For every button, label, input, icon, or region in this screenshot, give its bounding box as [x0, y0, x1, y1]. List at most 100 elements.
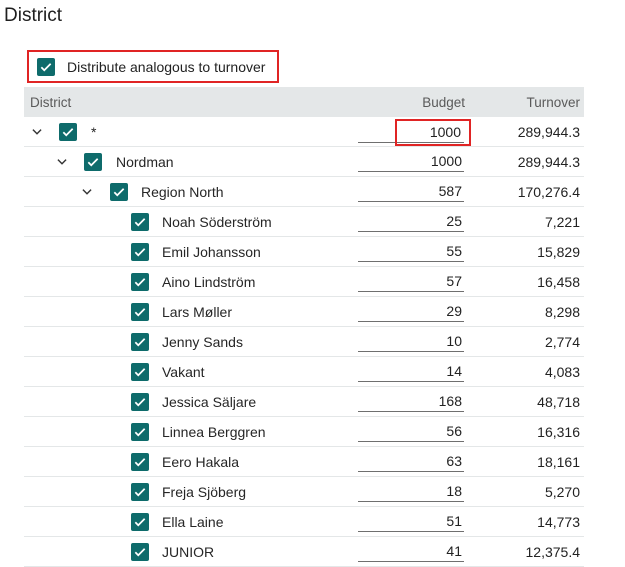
distribute-checkbox-highlight[interactable]: Distribute analogous to turnover — [27, 50, 279, 83]
row-checkbox[interactable] — [131, 453, 149, 472]
check-icon — [87, 158, 99, 167]
row-turnover: 8,298 — [544, 304, 580, 320]
budget-input[interactable]: 1000 — [358, 150, 464, 172]
column-header-turnover[interactable]: Turnover — [526, 95, 580, 110]
table-row[interactable]: Emil Johansson 55 15,829 — [24, 237, 584, 267]
column-header-district[interactable]: District — [30, 95, 71, 110]
page-title: District — [4, 5, 63, 26]
row-turnover: 2,774 — [544, 334, 580, 350]
row-checkbox[interactable] — [131, 393, 149, 412]
row-turnover: 5,270 — [544, 484, 580, 500]
row-turnover: 16,316 — [537, 424, 580, 440]
row-checkbox[interactable] — [59, 123, 77, 142]
row-checkbox[interactable] — [131, 333, 149, 352]
table-row[interactable]: Eero Hakala 63 18,161 — [24, 447, 584, 477]
row-name: Jenny Sands — [162, 334, 243, 350]
row-turnover: 289,944.3 — [517, 124, 580, 140]
row-name: JUNIOR — [162, 544, 215, 560]
row-turnover: 16,458 — [537, 274, 580, 290]
check-icon — [113, 188, 125, 197]
chevron-down-icon[interactable] — [30, 125, 44, 139]
row-name: Jessica Säljare — [162, 394, 257, 410]
check-icon — [134, 278, 146, 287]
budget-input[interactable]: 56 — [358, 420, 464, 442]
budget-input[interactable]: 55 — [358, 240, 464, 262]
row-turnover: 170,276.4 — [517, 184, 580, 200]
table-row[interactable]: Noah Söderström 25 7,221 — [24, 207, 584, 237]
row-turnover: 18,161 — [537, 454, 580, 470]
row-checkbox[interactable] — [131, 423, 149, 442]
budget-input[interactable]: 10 — [358, 330, 464, 352]
grid-body: * 1000 289,944.3 Nordman 1000 289,944.3 Region… — [24, 117, 584, 567]
budget-input[interactable]: 18 — [358, 480, 464, 502]
row-checkbox[interactable] — [131, 513, 149, 532]
check-icon — [134, 398, 146, 407]
budget-input[interactable]: 29 — [358, 300, 464, 322]
table-row[interactable]: * 1000 289,944.3 — [24, 117, 584, 147]
chevron-down-icon[interactable] — [80, 185, 94, 199]
row-name: Nordman — [116, 154, 174, 170]
row-turnover: 48,718 — [537, 394, 580, 410]
row-name: Region North — [141, 184, 224, 200]
check-icon — [62, 128, 74, 137]
row-turnover: 289,944.3 — [517, 154, 580, 170]
row-name: Lars Møller — [162, 304, 233, 320]
row-turnover: 12,375.4 — [525, 544, 581, 560]
distribute-checkbox[interactable] — [37, 57, 55, 76]
check-icon — [134, 548, 146, 557]
budget-input[interactable]: 168 — [358, 390, 464, 412]
budget-input[interactable]: 25 — [358, 210, 464, 232]
table-row[interactable]: Linnea Berggren 56 16,316 — [24, 417, 584, 447]
table-row[interactable]: Aino Lindström 57 16,458 — [24, 267, 584, 297]
check-icon — [134, 308, 146, 317]
budget-input[interactable]: 51 — [358, 510, 464, 532]
table-row[interactable]: Vakant 14 4,083 — [24, 357, 584, 387]
budget-input[interactable]: 14 — [358, 360, 464, 382]
row-checkbox[interactable] — [131, 303, 149, 322]
row-name: Emil Johansson — [162, 244, 261, 260]
table-row[interactable]: Lars Møller 29 8,298 — [24, 297, 584, 327]
budget-input[interactable]: 587 — [358, 180, 464, 202]
row-turnover: 7,221 — [544, 214, 580, 230]
row-name: Vakant — [162, 364, 205, 380]
check-icon — [134, 458, 146, 467]
row-checkbox[interactable] — [131, 273, 149, 292]
row-checkbox[interactable] — [84, 153, 102, 172]
row-turnover: 15,829 — [537, 244, 580, 260]
table-row[interactable]: Jenny Sands 10 2,774 — [24, 327, 584, 357]
table-row[interactable]: Nordman 1000 289,944.3 — [24, 147, 584, 177]
row-checkbox[interactable] — [131, 483, 149, 502]
distribute-label: Distribute analogous to turnover — [67, 58, 266, 75]
budget-input[interactable]: 57 — [358, 270, 464, 292]
table-row[interactable]: Ella Laine 51 14,773 — [24, 507, 584, 537]
row-name: * — [91, 124, 97, 140]
budget-input[interactable]: 63 — [358, 450, 464, 472]
row-checkbox[interactable] — [131, 543, 149, 562]
row-name: Eero Hakala — [162, 454, 240, 470]
row-name: Freja Sjöberg — [162, 484, 247, 500]
check-icon — [134, 338, 146, 347]
row-name: Linnea Berggren — [162, 424, 266, 440]
row-checkbox[interactable] — [131, 363, 149, 382]
check-icon — [134, 428, 146, 437]
chevron-down-icon[interactable] — [55, 155, 69, 169]
check-icon — [134, 368, 146, 377]
budget-input[interactable]: 41 — [358, 540, 464, 562]
table-row[interactable]: JUNIOR 41 12,375.4 — [24, 537, 584, 567]
column-header-budget[interactable]: Budget — [422, 95, 465, 110]
row-checkbox[interactable] — [110, 183, 128, 202]
row-name: Ella Laine — [162, 514, 224, 530]
budget-input-highlight[interactable]: 1000 — [395, 119, 471, 146]
table-row[interactable]: Freja Sjöberg 18 5,270 — [24, 477, 584, 507]
row-name: Aino Lindström — [162, 274, 256, 290]
check-icon — [134, 248, 146, 257]
row-turnover: 4,083 — [544, 364, 580, 380]
check-icon — [134, 218, 146, 227]
row-checkbox[interactable] — [131, 243, 149, 262]
row-checkbox[interactable] — [131, 213, 149, 232]
row-turnover: 14,773 — [537, 514, 580, 530]
check-icon — [40, 62, 52, 71]
check-icon — [134, 488, 146, 497]
table-row[interactable]: Jessica Säljare 168 48,718 — [24, 387, 584, 417]
table-row[interactable]: Region North 587 170,276.4 — [24, 177, 584, 207]
